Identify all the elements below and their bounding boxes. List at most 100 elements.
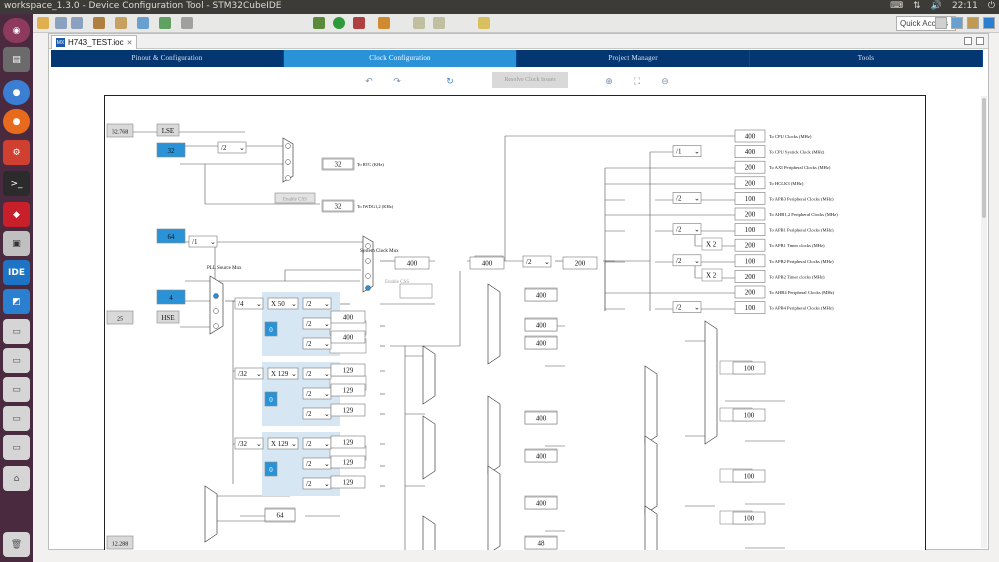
resolve-clock-issues-button[interactable]: Resolve Clock Issues <box>492 72 568 88</box>
redo-icon[interactable]: ↷ <box>392 77 402 87</box>
bus-output-label: To APB2 Peripheral Clocks (MHz) <box>769 259 834 264</box>
perspective-icon[interactable] <box>935 17 947 29</box>
drive-icon[interactable]: ▭ <box>3 406 30 431</box>
bus-output-label: To CPU Systick Clock (MHz) <box>769 150 825 155</box>
divider-select-value: /2 <box>526 258 532 266</box>
file-tab-label: H743_TEST.ioc <box>68 38 124 47</box>
tab-clock-configuration[interactable]: Clock Configuration <box>284 50 517 67</box>
chevron-down-icon: ⌄ <box>324 340 330 348</box>
divider-select-value: /2 <box>306 370 312 378</box>
usart16-value: 100 <box>744 365 755 373</box>
stop-icon[interactable] <box>353 17 365 29</box>
open-type-icon[interactable] <box>137 17 149 29</box>
spdif-value: 400 <box>536 322 547 330</box>
chevron-down-icon: ⌄ <box>544 258 550 266</box>
app-orange-icon[interactable]: ◩ <box>3 289 30 314</box>
input-value: 12.288 <box>112 542 129 548</box>
divider-select-value: /2 <box>676 304 682 312</box>
chevron-down-icon: ⌄ <box>256 300 262 308</box>
undo-icon[interactable]: ↶ <box>364 77 374 87</box>
lse-input-value: 32.768 <box>112 130 129 136</box>
save-all-icon[interactable] <box>71 17 83 29</box>
reset-icon[interactable]: ↻ <box>445 77 455 87</box>
divider-select-value: /1 <box>676 148 682 156</box>
run-icon[interactable] <box>333 17 345 29</box>
build-config-icon[interactable] <box>115 17 127 29</box>
drive-icon[interactable]: ▭ <box>3 377 30 402</box>
trash-icon[interactable]: 🗑 <box>3 532 30 557</box>
search-icon[interactable] <box>181 17 193 29</box>
enable-css-button[interactable]: Enable CSS <box>385 280 409 285</box>
new-file-icon[interactable] <box>37 17 49 29</box>
hsi-value: 64 <box>168 233 176 241</box>
drive-icon[interactable]: ▭ <box>3 435 30 460</box>
chevron-down-icon: ⌄ <box>210 238 216 246</box>
chevron-down-icon: ⌄ <box>291 370 297 378</box>
main-tabs: Pinout & Configuration Clock Configurati… <box>51 50 983 67</box>
external-tools-icon[interactable] <box>378 17 390 29</box>
usb-icon[interactable]: ⌂ <box>3 466 30 491</box>
keyboard-icon[interactable]: ⌨ <box>890 1 903 11</box>
bus-output-value: 100 <box>745 257 756 265</box>
last-edit-icon[interactable] <box>478 17 490 29</box>
zoom-out-icon[interactable]: ⊖ <box>660 77 670 87</box>
file-tab[interactable]: MX H743_TEST.ioc ✕ <box>51 35 138 49</box>
maximize-icon[interactable] <box>976 37 984 45</box>
chevron-down-icon: ⌄ <box>694 304 700 312</box>
network-icon[interactable]: ⇅ <box>913 1 921 11</box>
chevron-down-icon: ⌄ <box>694 257 700 265</box>
tab-pinout[interactable]: Pinout & Configuration <box>51 50 284 67</box>
drive-icon[interactable]: ▭ <box>3 319 30 344</box>
chevron-down-icon: ⌄ <box>694 226 700 234</box>
perspective-cube-icon[interactable] <box>951 17 963 29</box>
nav-back-icon[interactable] <box>413 17 425 29</box>
tab-project-manager[interactable]: Project Manager <box>517 50 750 67</box>
bus-output-value: 100 <box>745 195 756 203</box>
system-tray: ⌨ ⇅ 🔊 22:11 ⏻ <box>890 1 995 11</box>
rtc-output-label: To RTC (KHz) <box>357 162 384 167</box>
tab-tools[interactable]: Tools <box>750 50 983 67</box>
divider-select-value: /2 <box>306 410 312 418</box>
divider-select-value: /32 <box>238 370 247 378</box>
chevron-down-icon: ⌄ <box>324 410 330 418</box>
vertical-scrollbar[interactable] <box>981 96 987 548</box>
zoom-in-icon[interactable]: ⊕ <box>604 77 614 87</box>
virtualbox-icon[interactable]: ▣ <box>3 231 30 256</box>
settings-icon[interactable]: ⚙ <box>3 140 30 165</box>
divider-select-value: X 50 <box>271 300 285 308</box>
minimize-icon[interactable] <box>964 37 972 45</box>
save-icon[interactable] <box>55 17 67 29</box>
hse-label: HSE <box>161 314 174 322</box>
perspective-debug-icon[interactable] <box>967 17 979 29</box>
clock[interactable]: 22:11 <box>952 1 978 11</box>
pll3-output-value: 129 <box>343 459 354 467</box>
app-red-icon[interactable]: ◆ <box>3 202 30 227</box>
ide-icon[interactable]: IDE <box>3 260 30 285</box>
ubuntu-icon[interactable]: ◉ <box>3 18 30 43</box>
scrollbar-thumb[interactable] <box>982 98 986 218</box>
rtc-output-value: 32 <box>335 161 343 169</box>
pll1-p-value: 400 <box>343 334 354 342</box>
drive-icon[interactable]: ▭ <box>3 348 30 373</box>
nav-forward-icon[interactable] <box>433 17 445 29</box>
fit-icon[interactable]: ⛶ <box>632 77 642 87</box>
quick-access-input[interactable]: Quick Access <box>896 16 956 31</box>
divider-select-value: /2 <box>221 144 227 152</box>
files-icon[interactable]: ▤ <box>3 47 30 72</box>
firefox-icon[interactable]: ● <box>3 109 30 134</box>
hammer-icon[interactable] <box>93 17 105 29</box>
perspective-ide-icon[interactable] <box>983 17 995 29</box>
debug-icon[interactable] <box>313 17 325 29</box>
enable-css-button[interactable]: Enable CSS <box>283 198 307 203</box>
bus-output-label: To HCLK3 (MHz) <box>769 181 804 186</box>
volume-icon[interactable]: 🔊 <box>931 1 942 11</box>
bus-output-label: To AHB4 Peripheral Clocks (MHz) <box>769 290 835 295</box>
new-c-class-icon[interactable] <box>159 17 171 29</box>
bus-output-label: To APB1 Peripheral Clocks (MHz) <box>769 228 834 233</box>
power-icon[interactable]: ⏻ <box>988 1 995 11</box>
sai4a-value: 400 <box>536 453 547 461</box>
close-icon[interactable]: ✕ <box>127 39 133 47</box>
chrome-icon[interactable]: ● <box>3 80 30 105</box>
terminal-icon[interactable]: >_ <box>3 171 30 196</box>
x2-label: X 2 <box>706 272 717 280</box>
